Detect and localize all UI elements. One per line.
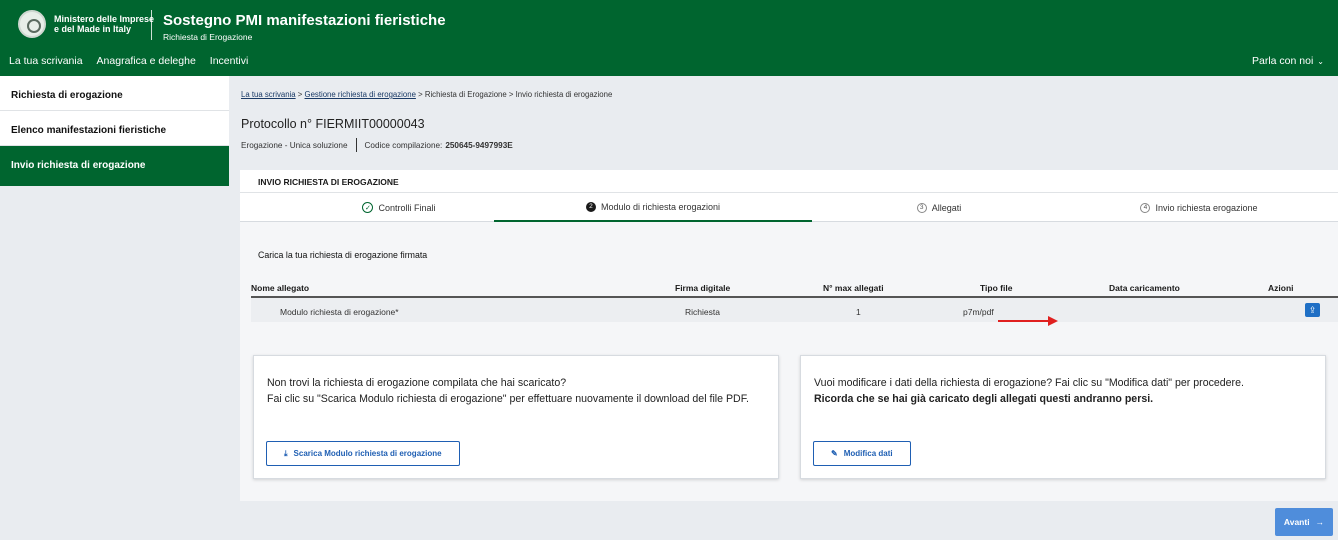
- breadcrumb-separator: >: [297, 90, 303, 99]
- ministry-line-1: Ministero delle Imprese: [54, 14, 155, 24]
- breadcrumb-item: Richiesta di Erogazione: [424, 90, 507, 99]
- step-number: 3: [916, 202, 927, 213]
- step-label: Allegati: [931, 202, 962, 213]
- app-header: Ministero delle Imprese e del Made in It…: [0, 0, 1338, 76]
- nav-anagrafica-deleghe[interactable]: Anagrafica e deleghe: [97, 55, 196, 67]
- top-nav: La tua scrivania Anagrafica e deleghe In…: [9, 55, 248, 67]
- download-icon: ⤓: [284, 448, 288, 458]
- ministry-emblem-icon: [18, 10, 46, 38]
- step-number: 2: [585, 201, 596, 212]
- edit-card-line1: Vuoi modificare i dati della richiesta d…: [814, 377, 1244, 389]
- breadcrumb-separator: >: [418, 90, 423, 99]
- attachments-table: Nome allegato Firma digitale N° max alle…: [251, 276, 1338, 322]
- step-label: Modulo di richiesta erogazioni: [600, 201, 721, 212]
- check-circle-icon: ✓: [362, 202, 374, 213]
- upload-icon: ⇪: [1308, 305, 1317, 315]
- col-tipo-file: Tipo file: [980, 283, 1013, 293]
- next-button[interactable]: Avanti →: [1275, 508, 1333, 536]
- cell-nome: Modulo richiesta di erogazione*: [280, 307, 399, 317]
- col-nome-allegato: Nome allegato: [251, 283, 310, 293]
- step-label: Invio richiesta erogazione: [1155, 202, 1258, 213]
- breadcrumb-link-scrivania[interactable]: La tua scrivania: [241, 90, 296, 99]
- download-card-text: Non trovi la richiesta di erogazione com…: [267, 375, 762, 407]
- contact-label: Parla con noi: [1252, 55, 1314, 67]
- breadcrumb-separator: >: [508, 90, 514, 99]
- red-arrow-annotation: [998, 316, 1058, 326]
- sidebar-item-elenco-manifestazioni[interactable]: Elenco manifestazioni fieristiche: [0, 111, 229, 146]
- step-invio-richiesta[interactable]: 4 Invio richiesta erogazione: [1040, 193, 1338, 222]
- info-divider: [355, 138, 357, 152]
- sidebar-item-label: Elenco manifestazioni fieristiche: [11, 125, 167, 136]
- edit-card: Vuoi modificare i dati della richiesta d…: [800, 355, 1326, 479]
- pencil-icon: ✎: [831, 449, 838, 458]
- upload-title: Carica la tua richiesta di erogazione fi…: [258, 250, 428, 260]
- table-row: Modulo richiesta di erogazione* Richiest…: [251, 298, 1338, 322]
- header-divider: [151, 10, 152, 40]
- edit-data-button[interactable]: ✎ Modifica dati: [813, 441, 911, 466]
- sidebar-item-label: Richiesta di erogazione: [11, 90, 123, 101]
- breadcrumb-link-gestione[interactable]: Gestione richiesta di erogazione: [305, 90, 416, 99]
- app-subtitle: Richiesta di Erogazione: [163, 32, 253, 42]
- download-card: Non trovi la richiesta di erogazione com…: [253, 355, 779, 479]
- breadcrumb: La tua scrivania > Gestione richiesta di…: [241, 90, 612, 99]
- table-header: Nome allegato Firma digitale N° max alle…: [251, 276, 1338, 298]
- cell-max: 1: [856, 307, 861, 317]
- contact-menu[interactable]: Parla con noi ⌄: [1252, 55, 1324, 67]
- section-heading: INVIO RICHIESTA DI EROGAZIONE: [240, 170, 1338, 192]
- edit-card-text: Vuoi modificare i dati della richiesta d…: [814, 375, 1309, 407]
- step-number: 4: [1140, 202, 1151, 213]
- breadcrumb-current: Invio richiesta di erogazione: [515, 90, 613, 99]
- protocol-info: Erogazione - Unica soluzione Codice comp…: [241, 138, 513, 152]
- chevron-down-icon: ⌄: [1317, 57, 1324, 66]
- ministry-line-2: e del Made in Italy: [54, 24, 132, 34]
- upload-button[interactable]: ⇪: [1305, 303, 1320, 317]
- col-firma-digitale: Firma digitale: [675, 283, 731, 293]
- download-card-line1: Non trovi la richiesta di erogazione com…: [267, 377, 567, 389]
- page-title: Protocollo n° FIERMIIT00000043: [241, 117, 425, 131]
- app-title: Sostegno PMI manifestazioni fieristiche: [163, 12, 446, 29]
- cell-firma: Richiesta: [685, 307, 720, 317]
- erogazione-type: Erogazione - Unica soluzione: [241, 140, 348, 150]
- step-modulo-richiesta[interactable]: 2 Modulo di richiesta erogazioni: [494, 193, 812, 222]
- edit-card-warning: Ricorda che se hai già caricato degli al…: [814, 393, 1154, 405]
- download-module-label: Scarica Modulo richiesta di erogazione: [293, 449, 442, 458]
- code-label: Codice compilazione:: [364, 140, 443, 150]
- col-max-allegati: N° max allegati: [823, 283, 884, 293]
- sidebar-item-richiesta-erogazione[interactable]: Richiesta di erogazione: [0, 76, 229, 111]
- sidebar-item-label: Invio richiesta di erogazione: [11, 160, 146, 171]
- download-card-line2: Fai clic su "Scarica Modulo richiesta di…: [267, 393, 749, 405]
- col-data-caricamento: Data caricamento: [1109, 283, 1180, 293]
- next-label: Avanti: [1283, 517, 1310, 527]
- arrow-right-icon: →: [1315, 517, 1325, 527]
- cell-tipo: p7m/pdf: [963, 307, 994, 317]
- sidebar-item-invio-richiesta[interactable]: Invio richiesta di erogazione: [0, 146, 229, 186]
- edit-data-label: Modifica dati: [843, 449, 893, 458]
- sidebar: Richiesta di erogazione Elenco manifesta…: [0, 76, 229, 540]
- step-label: Controlli Finali: [378, 202, 436, 213]
- download-module-button[interactable]: ⤓ Scarica Modulo richiesta di erogazione: [266, 441, 460, 466]
- nav-incentivi[interactable]: Incentivi: [210, 55, 249, 67]
- ministry-name: Ministero delle Imprese e del Made in It…: [54, 14, 154, 34]
- stepper: ✓ Controlli Finali 2 Modulo di richiesta…: [240, 192, 1338, 222]
- col-azioni: Azioni: [1268, 283, 1294, 293]
- code-value: 250645-9497993E: [445, 140, 513, 150]
- nav-la-tua-scrivania[interactable]: La tua scrivania: [9, 55, 83, 67]
